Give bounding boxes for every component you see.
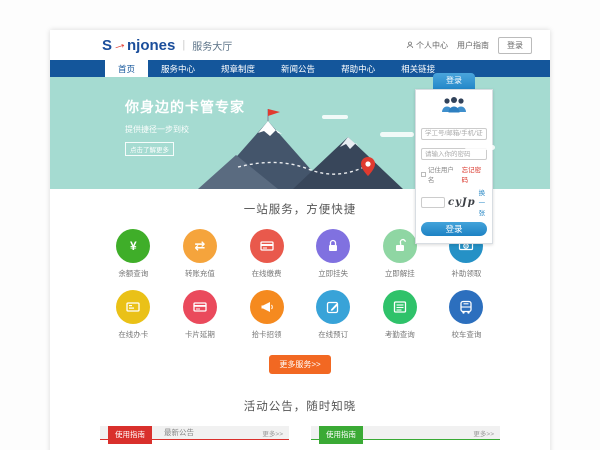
hero-cta-button[interactable]: 点击了解更多 bbox=[125, 142, 174, 156]
remember-checkbox[interactable] bbox=[421, 172, 426, 177]
service-online-booking[interactable]: 在线预订 bbox=[300, 290, 367, 340]
lock-icon bbox=[325, 238, 341, 254]
cloud-decoration bbox=[465, 145, 495, 150]
bus-icon bbox=[458, 299, 474, 315]
left-more-link[interactable]: 更多>> bbox=[262, 428, 283, 438]
card-icon bbox=[125, 299, 141, 315]
announcement-panels: 使用指南 最新公告 更多>> 使用指南 更多>> bbox=[100, 426, 500, 440]
login-tab[interactable]: 登录 bbox=[433, 73, 475, 89]
captcha-row: cyJp 换一张 bbox=[421, 187, 487, 217]
remember-label: 记住用户名 bbox=[428, 164, 460, 184]
left-ribbon-tab[interactable]: 使用指南 bbox=[108, 426, 152, 444]
mountains-illustration bbox=[198, 107, 413, 189]
remember-row: 记住用户名 忘记密码 bbox=[421, 164, 487, 184]
services-grid: ¥ 余额查询 ⇄ 转账充值 在线缴费 立即挂失 bbox=[100, 229, 500, 351]
service-school-bus-inquiry[interactable]: 校车查询 bbox=[433, 290, 500, 340]
megaphone-icon bbox=[259, 299, 275, 315]
service-balance-inquiry[interactable]: ¥ 余额查询 bbox=[100, 229, 167, 279]
yen-icon: ¥ bbox=[130, 239, 137, 253]
site-title: 服务大厅 bbox=[192, 38, 232, 53]
user-guide-link[interactable]: 用户指南 bbox=[457, 40, 489, 51]
captcha-refresh-link[interactable]: 换一张 bbox=[479, 187, 487, 217]
page-canvas: S→njones | 服务大厅 个人中心 用户指南 登录 首页 服务中心 规章制… bbox=[0, 0, 600, 450]
user-guide-label: 用户指南 bbox=[457, 40, 489, 51]
edit-icon bbox=[325, 299, 341, 315]
latest-announcements-tab[interactable]: 最新公告 bbox=[164, 427, 194, 438]
header-links: 个人中心 用户指南 登录 bbox=[406, 37, 532, 54]
nav-item-service-center[interactable]: 服务中心 bbox=[148, 60, 208, 77]
person-icon bbox=[406, 41, 414, 49]
announcements-title: 活动公告，随时知晓 bbox=[100, 398, 500, 414]
nav-item-rules[interactable]: 规章制度 bbox=[208, 60, 268, 77]
captcha-image[interactable]: cyJp bbox=[448, 197, 476, 208]
service-report-loss[interactable]: 立即挂失 bbox=[300, 229, 367, 279]
unlock-icon bbox=[392, 238, 408, 254]
announcements-section: 活动公告，随时知晓 使用指南 最新公告 更多>> 使用指南 更多>> bbox=[50, 388, 550, 450]
service-card-extension[interactable]: 卡片延期 bbox=[167, 290, 234, 340]
service-attendance-inquiry[interactable]: 考勤查询 bbox=[367, 290, 434, 340]
bank-card-icon bbox=[259, 238, 275, 254]
right-ribbon-tab[interactable]: 使用指南 bbox=[319, 426, 363, 444]
announcement-panel-left: 使用指南 最新公告 更多>> bbox=[100, 426, 289, 440]
service-transfer-recharge[interactable]: ⇄ 转账充值 bbox=[167, 229, 234, 279]
nav-item-news[interactable]: 新闻公告 bbox=[268, 60, 328, 77]
login-submit-button[interactable]: 登录 bbox=[421, 222, 487, 236]
login-card: 记住用户名 忘记密码 cyJp 换一张 登录 bbox=[415, 89, 493, 244]
nav-item-help-center[interactable]: 帮助中心 bbox=[328, 60, 388, 77]
service-online-payment[interactable]: 在线缴费 bbox=[233, 229, 300, 279]
captcha-input[interactable] bbox=[421, 197, 445, 208]
username-input[interactable] bbox=[421, 128, 487, 140]
nav-item-home[interactable]: 首页 bbox=[105, 60, 148, 77]
login-panel: 登录 记住用户名 忘记密码 cyJ bbox=[415, 73, 493, 244]
personal-center-label: 个人中心 bbox=[416, 40, 448, 51]
transfer-arrows-icon: ⇄ bbox=[194, 238, 205, 254]
users-group-icon bbox=[421, 96, 487, 118]
logo-divider: | bbox=[182, 39, 185, 51]
personal-center-link[interactable]: 个人中心 bbox=[406, 40, 448, 51]
header: S→njones | 服务大厅 个人中心 用户指南 登录 bbox=[50, 30, 550, 60]
left-panel-header: 使用指南 最新公告 更多>> bbox=[100, 426, 289, 440]
site-container: S→njones | 服务大厅 个人中心 用户指南 登录 首页 服务中心 规章制… bbox=[50, 30, 550, 450]
service-online-card-apply[interactable]: 在线办卡 bbox=[100, 290, 167, 340]
more-services-button[interactable]: 更多服务>> bbox=[269, 355, 330, 374]
card-icon bbox=[192, 299, 208, 315]
services-more-wrap: 更多服务>> bbox=[100, 354, 500, 374]
brand-logo[interactable]: S→njones bbox=[102, 37, 175, 54]
forgot-password-link[interactable]: 忘记密码 bbox=[462, 164, 487, 184]
header-login-button[interactable]: 登录 bbox=[498, 37, 532, 54]
right-more-link[interactable]: 更多>> bbox=[473, 428, 494, 438]
schedule-icon bbox=[392, 299, 408, 315]
announcement-panel-right: 使用指南 更多>> bbox=[311, 426, 500, 440]
logo-text2: njones bbox=[127, 37, 175, 54]
service-lost-card-claim[interactable]: 拾卡招领 bbox=[233, 290, 300, 340]
right-panel-header: 使用指南 更多>> bbox=[311, 426, 500, 440]
